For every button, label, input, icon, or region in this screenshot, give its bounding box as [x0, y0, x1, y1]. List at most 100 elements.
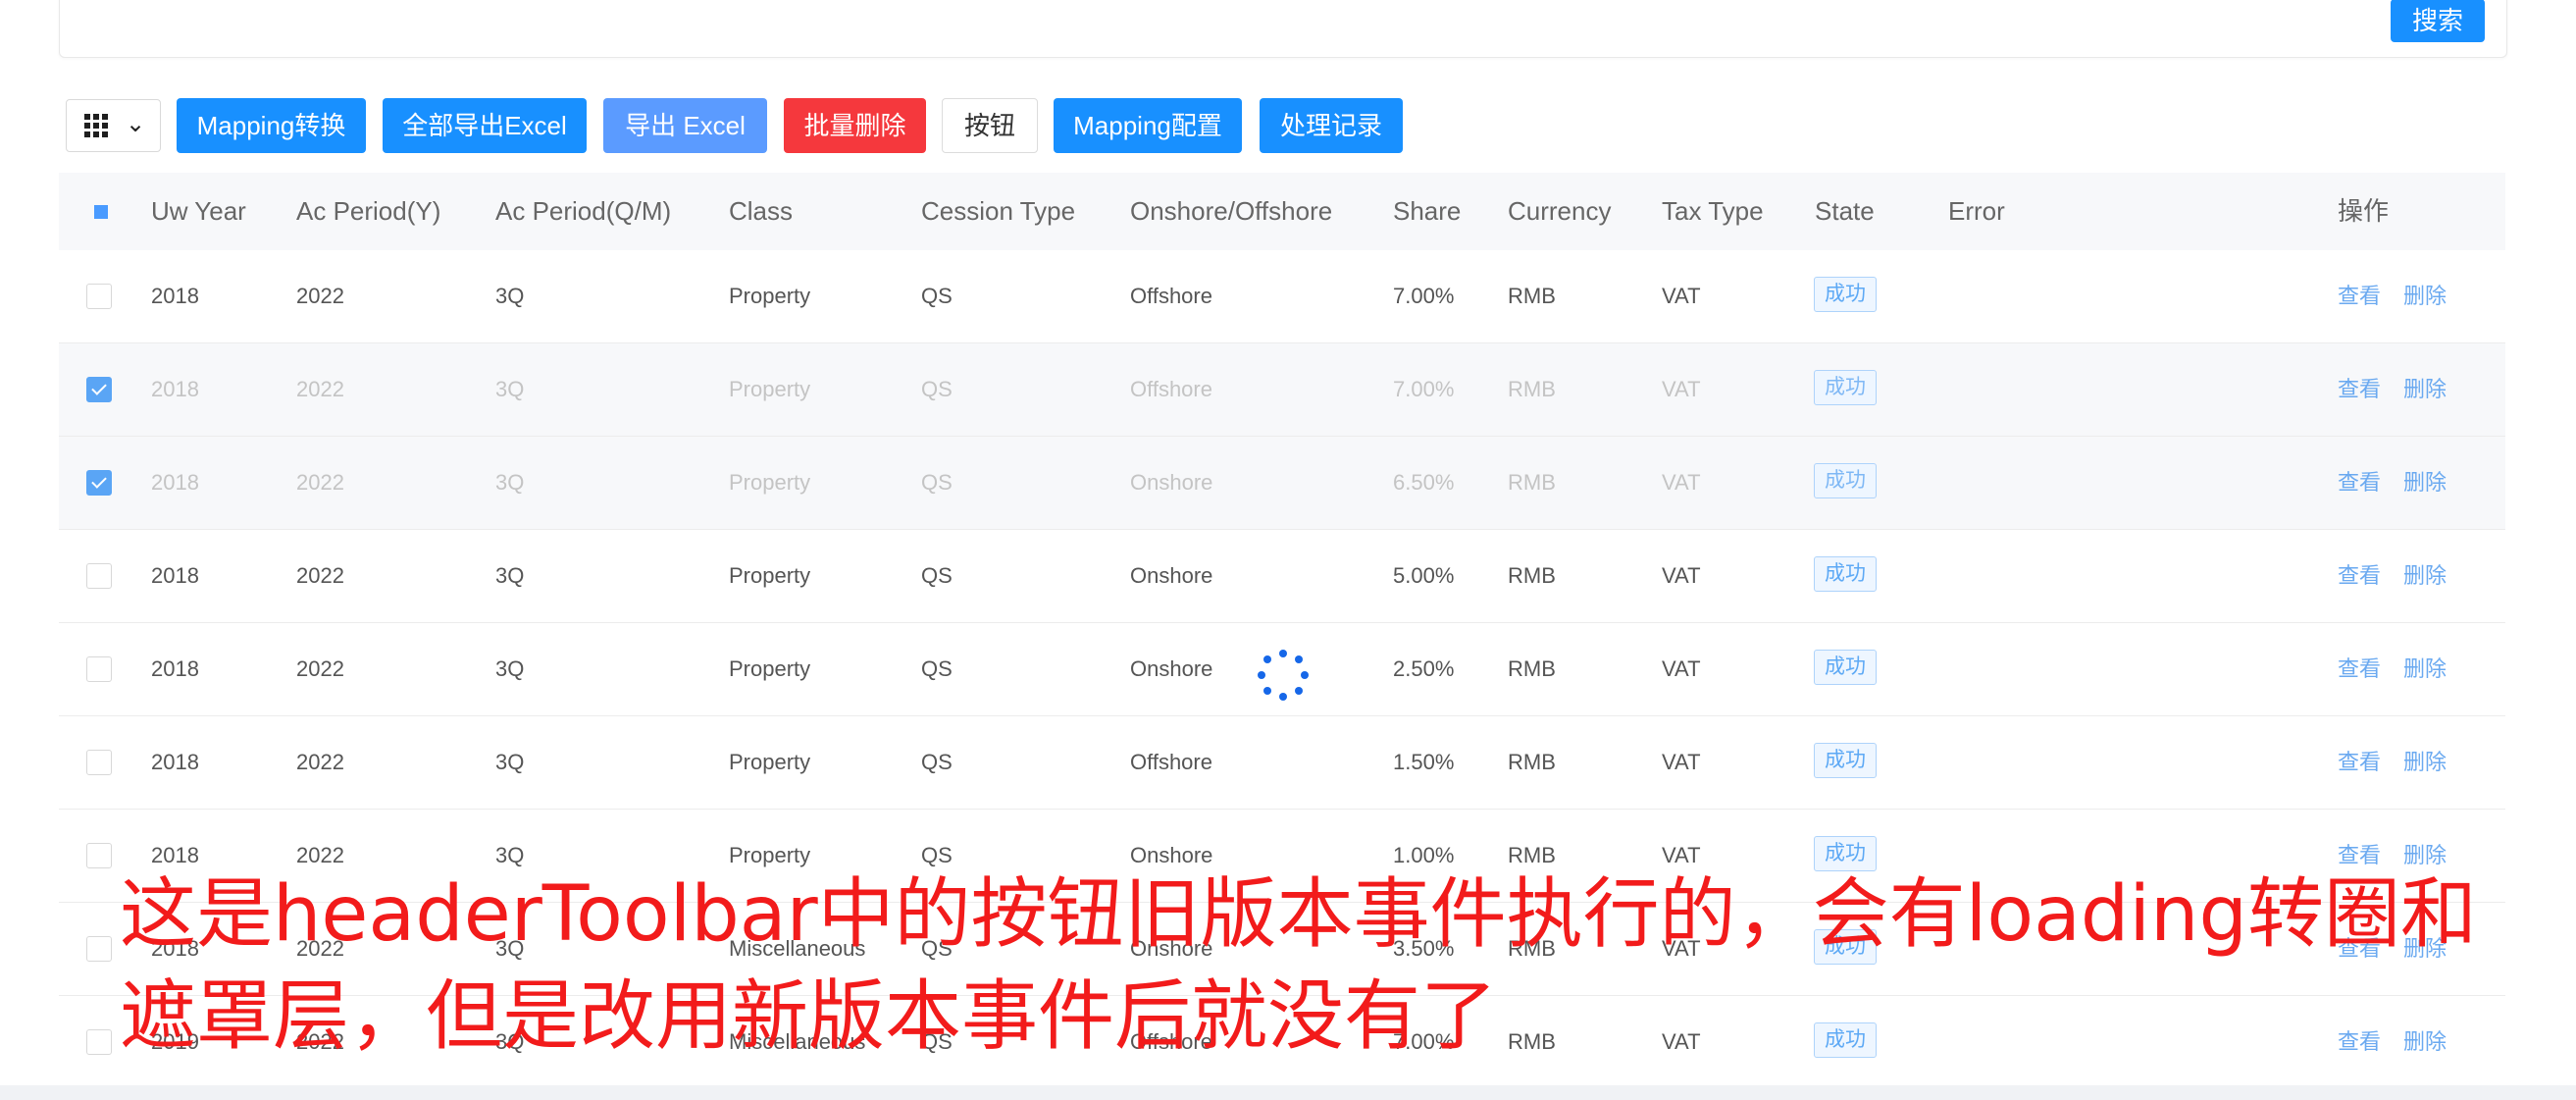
delete-link[interactable]: 删除: [2403, 530, 2447, 622]
cell-ac-period-y: 2022: [296, 656, 344, 681]
row-checkbox[interactable]: [86, 284, 112, 309]
cell-share: 7.00%: [1393, 377, 1455, 401]
col-cession-type: Cession Type: [921, 196, 1076, 226]
view-link[interactable]: 查看: [2338, 530, 2381, 622]
col-class: Class: [729, 196, 794, 226]
table-row[interactable]: 2018 2022 3Q Property QS Offshore 1.50% RMB VAT 成…: [59, 716, 2505, 810]
delete-link[interactable]: 删除: [2403, 716, 2447, 809]
batch-delete-button[interactable]: 批量删除: [784, 98, 926, 153]
row-checkbox[interactable]: [86, 1029, 112, 1055]
view-link[interactable]: 查看: [2338, 343, 2381, 436]
row-checkbox[interactable]: [86, 563, 112, 589]
view-link[interactable]: 查看: [2338, 437, 2381, 529]
status-badge: 成功: [1814, 370, 1877, 405]
cell-onshore-offshore: Onshore: [1130, 563, 1213, 588]
cell-tax-type: VAT: [1662, 284, 1701, 308]
row-checkbox[interactable]: [86, 843, 112, 868]
view-link[interactable]: 查看: [2338, 716, 2381, 809]
delete-link[interactable]: 删除: [2403, 250, 2447, 342]
table-header: Uw Year Ac Period(Y) Ac Period(Q/M) Clas…: [59, 173, 2505, 250]
cell-share: 1.50%: [1393, 750, 1455, 774]
cell-tax-type: VAT: [1662, 656, 1701, 681]
cell-ac-period-y: 2022: [296, 563, 344, 588]
cell-tax-type: VAT: [1662, 470, 1701, 495]
spinner-dot: [1279, 693, 1287, 701]
cell-tax-type: VAT: [1662, 750, 1701, 774]
cell-ac-period-qm: 3Q: [495, 750, 525, 774]
status-badge: 成功: [1814, 463, 1877, 498]
delete-link[interactable]: 删除: [2403, 437, 2447, 529]
cell-onshore-offshore: Offshore: [1130, 750, 1212, 774]
search-button[interactable]: 搜索: [2391, 0, 2485, 42]
cell-uw-year: 2018: [151, 377, 199, 401]
col-actions: 操作: [2338, 196, 2390, 226]
cell-ac-period-y: 2022: [296, 750, 344, 774]
spinner-dot: [1294, 655, 1303, 664]
cell-currency: RMB: [1508, 563, 1556, 588]
cell-uw-year: 2018: [151, 470, 199, 495]
spinner-dot: [1263, 686, 1272, 695]
view-link[interactable]: 查看: [2338, 623, 2381, 715]
spinner-dot: [1301, 671, 1309, 679]
status-badge: 成功: [1814, 743, 1877, 778]
cell-uw-year: 2018: [151, 750, 199, 774]
view-link[interactable]: 查看: [2338, 250, 2381, 342]
generic-button[interactable]: 按钮: [942, 98, 1038, 153]
cell-class: Property: [729, 470, 811, 495]
cell-class: Property: [729, 656, 811, 681]
cell-class: Property: [729, 563, 811, 588]
table-row[interactable]: 2018 2022 3Q Property QS Offshore 7.00% RMB VAT 成…: [59, 343, 2505, 437]
col-share: Share: [1393, 196, 1462, 226]
status-badge: 成功: [1814, 556, 1877, 592]
mapping-convert-button[interactable]: Mapping转换: [177, 98, 366, 153]
table-row[interactable]: 2018 2022 3Q Property QS Onshore 5.00% RMB VAT 成功…: [59, 530, 2505, 623]
cell-currency: RMB: [1508, 377, 1556, 401]
cell-onshore-offshore: Onshore: [1130, 656, 1213, 681]
status-badge: 成功: [1814, 277, 1877, 312]
cell-cession-type: QS: [921, 750, 953, 774]
table-row[interactable]: 2018 2022 3Q Property QS Offshore 7.00% RMB VAT 成…: [59, 250, 2505, 343]
spinner-dot: [1258, 671, 1265, 679]
column-layout-dropdown[interactable]: ⌄: [66, 99, 161, 152]
search-panel: 搜索: [59, 0, 2507, 58]
cell-cession-type: QS: [921, 470, 953, 495]
row-checkbox[interactable]: [86, 470, 112, 496]
select-all-checkbox[interactable]: [94, 205, 108, 219]
cell-tax-type: VAT: [1662, 377, 1701, 401]
cell-ac-period-y: 2022: [296, 470, 344, 495]
cell-cession-type: QS: [921, 284, 953, 308]
row-checkbox[interactable]: [86, 750, 112, 775]
process-log-button[interactable]: 处理记录: [1260, 98, 1403, 153]
cell-onshore-offshore: Offshore: [1130, 377, 1212, 401]
cell-uw-year: 2018: [151, 563, 199, 588]
col-ac-period-qm: Ac Period(Q/M): [495, 196, 672, 226]
col-ac-period-y: Ac Period(Y): [296, 196, 441, 226]
cell-ac-period-y: 2022: [296, 377, 344, 401]
cell-share: 7.00%: [1393, 284, 1455, 308]
cell-cession-type: QS: [921, 563, 953, 588]
cell-ac-period-qm: 3Q: [495, 284, 525, 308]
export-excel-button[interactable]: 导出 Excel: [603, 98, 767, 153]
spinner-dot: [1294, 686, 1303, 695]
delete-link[interactable]: 删除: [2403, 623, 2447, 715]
cell-onshore-offshore: Offshore: [1130, 284, 1212, 308]
cell-tax-type: VAT: [1662, 563, 1701, 588]
spinner-dot: [1263, 655, 1272, 664]
row-checkbox[interactable]: [86, 656, 112, 682]
cell-class: Property: [729, 284, 811, 308]
cell-ac-period-qm: 3Q: [495, 563, 525, 588]
delete-link[interactable]: 删除: [2403, 343, 2447, 436]
export-all-excel-button[interactable]: 全部导出Excel: [383, 98, 587, 153]
grid-icon: [84, 114, 108, 137]
row-checkbox[interactable]: [86, 936, 112, 962]
col-currency: Currency: [1508, 196, 1612, 226]
col-state: State: [1815, 196, 1875, 226]
chevron-down-icon: ⌄: [126, 111, 146, 137]
cell-ac-period-qm: 3Q: [495, 377, 525, 401]
mapping-config-button[interactable]: Mapping配置: [1054, 98, 1242, 153]
table-row[interactable]: 2018 2022 3Q Property QS Onshore 6.50% RMB VAT 成功…: [59, 437, 2505, 530]
cell-currency: RMB: [1508, 750, 1556, 774]
status-badge: 成功: [1814, 650, 1877, 685]
row-checkbox[interactable]: [86, 377, 112, 402]
cell-share: 2.50%: [1393, 656, 1455, 681]
